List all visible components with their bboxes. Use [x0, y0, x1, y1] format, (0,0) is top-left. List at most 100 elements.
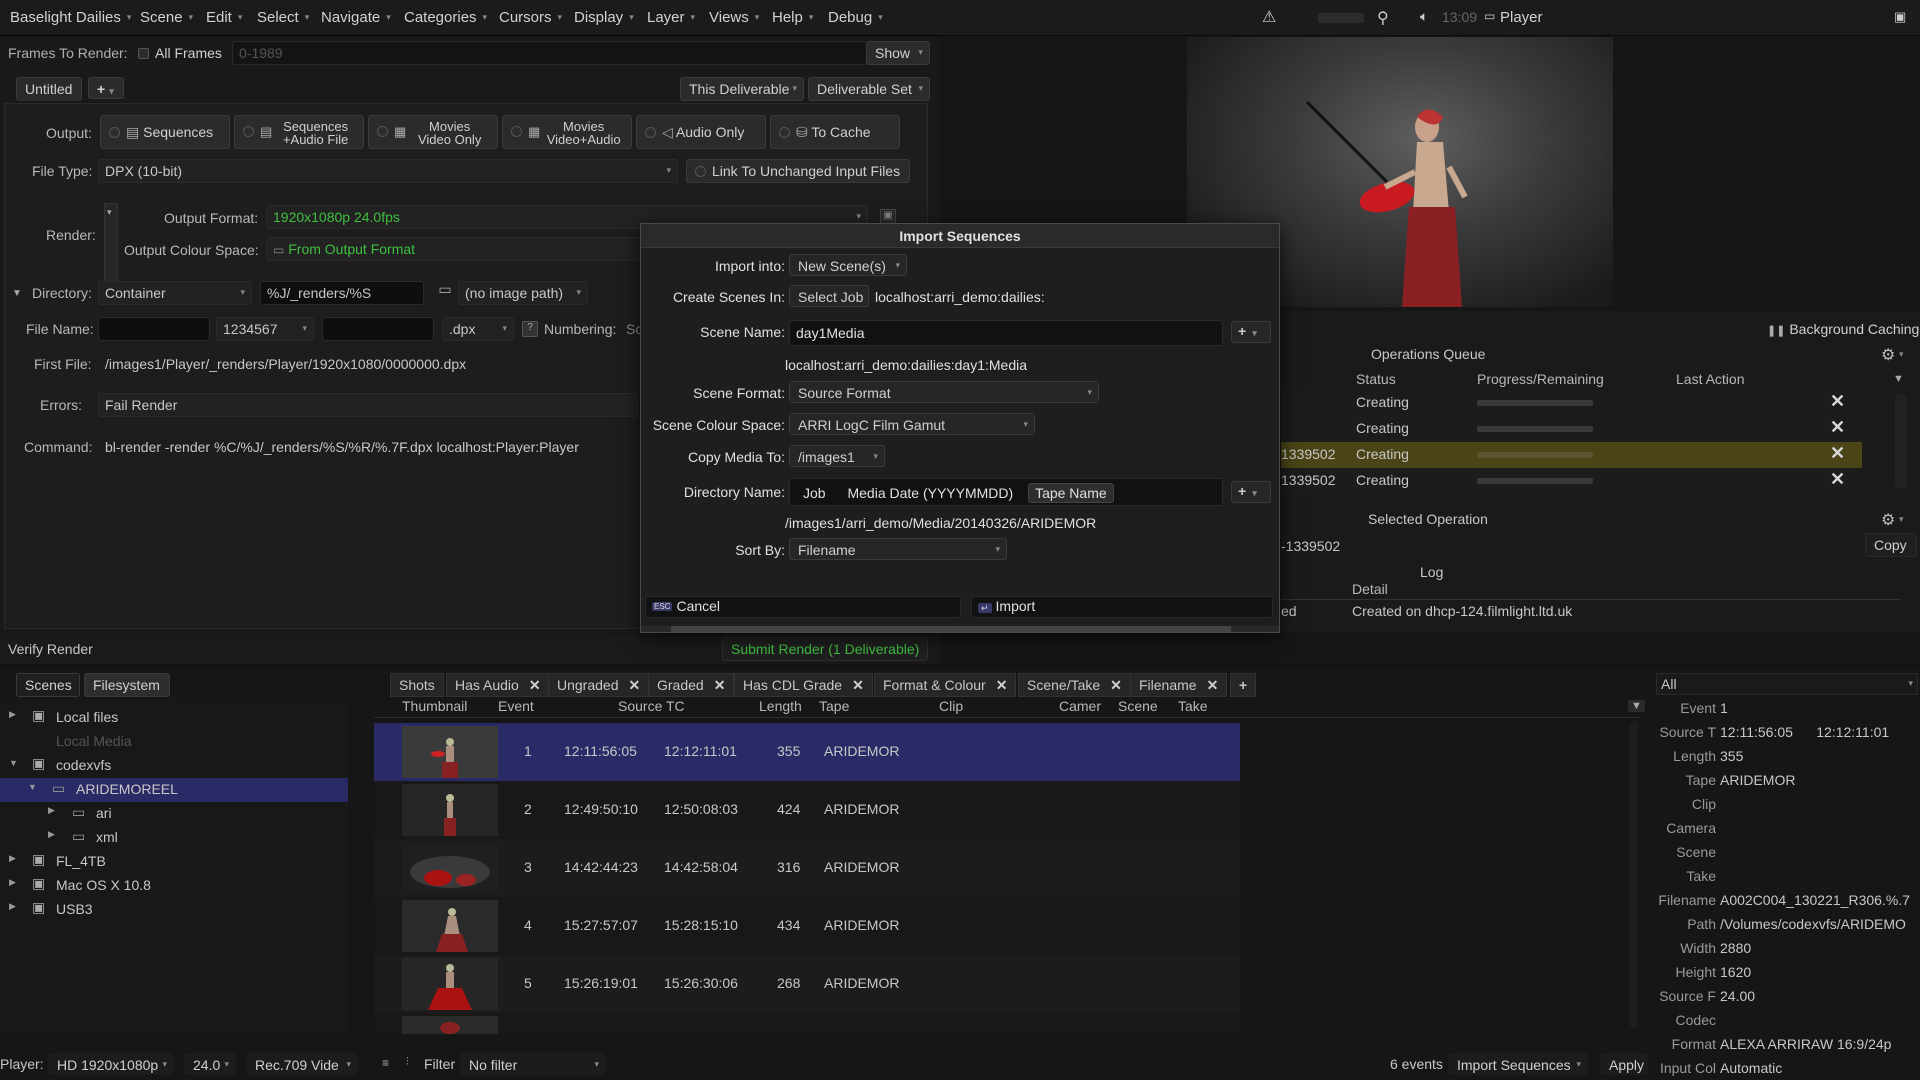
- output-movies-video-audio[interactable]: ▦ Movies Video+Audio: [502, 115, 632, 149]
- close-icon[interactable]: ✕: [996, 677, 1008, 693]
- file-type-dropdown[interactable]: DPX (10-bit): [98, 159, 678, 183]
- table-row[interactable]: 4 15:27:57:07 15:28:15:10 434 ARIDEMOR: [374, 897, 1240, 955]
- queue-scrollbar[interactable]: [1895, 393, 1907, 489]
- file-name-number-dropdown[interactable]: 1234567: [216, 317, 314, 341]
- col-length[interactable]: Length: [759, 698, 802, 714]
- table-row[interactable]: 1 12:11:56:05 12:12:11:01 355 ARIDEMOR: [374, 723, 1240, 781]
- filter-tab-has-audio[interactable]: Has Audio ✕: [446, 673, 550, 697]
- table-row-partial[interactable]: [374, 1013, 1240, 1034]
- tree-item-usb3[interactable]: ▶ ▣ USB3: [0, 898, 348, 922]
- close-icon[interactable]: ✕: [629, 677, 641, 693]
- menu-app[interactable]: Baselight Dailies: [10, 9, 131, 26]
- menu-display[interactable]: Display: [574, 9, 634, 26]
- menu-views[interactable]: Views: [709, 9, 759, 26]
- shot-table-scrollbar[interactable]: [1630, 722, 1638, 1028]
- tree-item-local-media[interactable]: Local Media: [0, 730, 348, 754]
- file-name-prefix-input[interactable]: [98, 317, 210, 341]
- col-thumbnail[interactable]: Thumbnail: [402, 698, 467, 714]
- cancel-operation-icon[interactable]: ✕: [1830, 417, 1845, 438]
- selected-gear-icon[interactable]: ⚙: [1881, 510, 1895, 530]
- this-deliverable-dropdown[interactable]: This Deliverable: [680, 77, 804, 101]
- warning-icon[interactable]: ⚠: [1262, 7, 1276, 27]
- link-unchanged-toggle[interactable]: Link To Unchanged Input Files: [686, 159, 910, 183]
- copy-button[interactable]: Copy: [1865, 533, 1917, 557]
- list-view-icon[interactable]: ≡: [382, 1056, 389, 1070]
- menu-scene[interactable]: Scene: [140, 9, 193, 26]
- all-frames-option[interactable]: All Frames: [138, 45, 222, 61]
- col-scene[interactable]: Scene: [1118, 698, 1158, 714]
- image-path-dropdown[interactable]: (no image path): [458, 281, 588, 305]
- submit-render-button[interactable]: Submit Render (1 Deliverable): [722, 637, 928, 661]
- column-options-icon[interactable]: ▼: [1628, 700, 1645, 712]
- menu-edit[interactable]: Edit: [206, 9, 242, 26]
- cancel-operation-icon[interactable]: ✕: [1830, 391, 1845, 412]
- directory-type-dropdown[interactable]: Container: [98, 281, 252, 305]
- output-sequences[interactable]: ▤ Sequences: [100, 115, 230, 149]
- filter-tab-graded[interactable]: Graded ✕: [648, 673, 735, 697]
- directory-name-tokens[interactable]: Job Media Date (YYYYMMDD) Tape Name: [789, 478, 1223, 506]
- tree-item-xml[interactable]: ▶ ▭ xml: [0, 826, 348, 850]
- col-camera[interactable]: Camer: [1059, 698, 1101, 714]
- speaker-icon[interactable]: 🔈︎: [1420, 8, 1428, 25]
- output-audio-only[interactable]: ◁ Audio Only: [636, 115, 766, 149]
- file-extension-dropdown[interactable]: .dpx: [442, 317, 514, 341]
- tree-item-fl4tb[interactable]: ▶ ▣ FL_4TB: [0, 850, 348, 874]
- menu-help[interactable]: Help: [772, 9, 813, 26]
- column-menu-icon[interactable]: ▼: [1893, 373, 1904, 385]
- colour-space-dropdown[interactable]: Rec.709 Vide: [246, 1053, 358, 1075]
- fps-dropdown[interactable]: 24.0: [184, 1053, 236, 1075]
- menu-navigate[interactable]: Navigate: [321, 9, 391, 26]
- queue-gear-icon[interactable]: ⚙: [1881, 345, 1895, 365]
- dir-token-job[interactable]: Job: [796, 483, 833, 503]
- close-icon[interactable]: ✕: [714, 677, 726, 693]
- filter-control[interactable]: ⫶ Filter No filter: [400, 1053, 608, 1075]
- output-colour-dropdown[interactable]: ▭ From Output Format: [266, 237, 646, 261]
- scene-format-dropdown[interactable]: Source Format: [789, 381, 1099, 403]
- apply-button[interactable]: Apply: [1600, 1053, 1648, 1075]
- scene-colour-dropdown[interactable]: ARRI LogC Film Gamut: [789, 413, 1035, 435]
- close-icon[interactable]: ✕: [1110, 677, 1122, 693]
- directory-name-add-button[interactable]: + ▾: [1231, 481, 1271, 503]
- add-filter-tab-button[interactable]: +: [1230, 673, 1257, 697]
- frame-range-input[interactable]: 0-1989: [232, 41, 867, 65]
- directory-path-input[interactable]: %J/_renders/%S: [260, 281, 424, 305]
- search-icon[interactable]: ⚲: [1377, 8, 1389, 28]
- add-deliverable-button[interactable]: + ▾: [88, 77, 124, 99]
- filter-tab-format-colour[interactable]: Format & Colour ✕: [874, 673, 1017, 697]
- menu-categories[interactable]: Categories: [404, 9, 487, 26]
- output-sequences-audio[interactable]: ▤ Sequences +Audio File: [234, 115, 364, 149]
- col-source-tc[interactable]: Source TC: [618, 698, 685, 714]
- filter-tab-scene-take[interactable]: Scene/Take ✕: [1018, 673, 1131, 697]
- show-dropdown[interactable]: Show: [866, 41, 930, 65]
- scene-name-input[interactable]: day1Media: [789, 320, 1223, 346]
- errors-dropdown[interactable]: Fail Render: [98, 393, 638, 417]
- verify-render-button[interactable]: Verify Render: [8, 641, 93, 657]
- col-take[interactable]: Take: [1178, 698, 1208, 714]
- player-format-dropdown[interactable]: HD 1920x1080p: [48, 1053, 174, 1075]
- import-mode-dropdown[interactable]: Import Sequences: [1448, 1053, 1588, 1075]
- queue-row[interactable]: Creating ✕: [1281, 390, 1862, 416]
- cancel-operation-icon[interactable]: ✕: [1830, 469, 1845, 490]
- menu-layer[interactable]: Layer: [647, 9, 695, 26]
- folder-browse-icon[interactable]: ▭: [434, 281, 456, 305]
- close-icon[interactable]: ✕: [1207, 677, 1219, 693]
- all-frames-checkbox[interactable]: [138, 48, 149, 59]
- tab-untitled[interactable]: Untitled: [16, 77, 82, 101]
- dir-token-media-date[interactable]: Media Date (YYYYMMDD): [840, 483, 1021, 503]
- file-name-suffix-input[interactable]: [322, 317, 434, 341]
- tab-filesystem[interactable]: Filesystem: [84, 673, 170, 697]
- dir-token-tape-name[interactable]: Tape Name: [1028, 483, 1114, 503]
- sort-by-dropdown[interactable]: Filename: [789, 538, 1007, 560]
- tab-scenes[interactable]: Scenes: [16, 673, 80, 697]
- queue-gear-dropdown-icon[interactable]: ▾: [1899, 349, 1904, 360]
- close-icon[interactable]: ✕: [852, 677, 864, 693]
- tree-item-codexvfs[interactable]: ▼ ▣ codexvfs: [0, 754, 348, 778]
- filter-tab-has-cdl[interactable]: Has CDL Grade ✕: [734, 673, 873, 697]
- col-clip[interactable]: Clip: [939, 698, 963, 714]
- selected-gear-dropdown-icon[interactable]: ▾: [1899, 514, 1904, 525]
- cancel-button[interactable]: ESC Cancel: [645, 596, 961, 618]
- scene-name-add-button[interactable]: + ▾: [1231, 321, 1271, 343]
- window-toggle-icon[interactable]: ▣: [1894, 9, 1906, 25]
- import-into-dropdown[interactable]: New Scene(s): [789, 254, 907, 276]
- player-label[interactable]: Player: [1500, 9, 1543, 26]
